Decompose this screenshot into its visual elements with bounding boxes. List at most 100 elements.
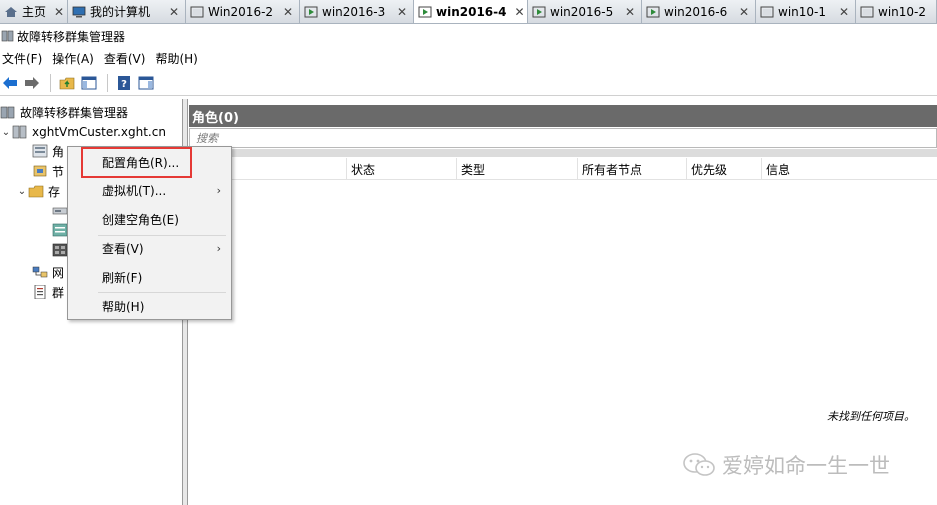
filter-band — [189, 149, 937, 157]
tab-label: win2016-5 — [550, 4, 614, 19]
menu-item-label: 创建空角色(E) — [102, 212, 179, 227]
close-icon[interactable]: ✕ — [837, 5, 851, 19]
nodes-icon — [33, 165, 47, 177]
menu-item-create-empty-role[interactable]: 创建空角色(E) — [68, 206, 231, 232]
cluster-icon — [12, 125, 27, 139]
tree-item-label: 节 — [52, 164, 65, 179]
cluster-manager-icon — [0, 106, 15, 119]
empty-list-message: 未找到任何项目。 — [827, 410, 915, 423]
tree-item-root[interactable]: 故障转移群集管理器 — [0, 102, 128, 122]
show-hide-tree-button[interactable] — [79, 73, 99, 93]
tab-vm[interactable]: win10-1 ✕ — [756, 0, 856, 23]
close-icon[interactable]: ✕ — [52, 5, 66, 19]
close-icon[interactable]: ✕ — [167, 5, 181, 19]
toolbar: ? — [0, 70, 937, 96]
tab-my-computer[interactable]: 我的计算机 ✕ — [68, 0, 186, 23]
column-information[interactable]: 信息 — [761, 158, 937, 180]
watermark-text: 爱婷如命一生一世 — [722, 454, 890, 478]
window-title-text: 故障转移群集管理器 — [17, 29, 126, 44]
network-icon — [32, 266, 48, 278]
close-icon[interactable]: ✕ — [623, 5, 637, 19]
vm-icon — [860, 6, 874, 17]
tab-label: win2016-3 — [322, 4, 386, 19]
close-icon[interactable]: ✕ — [281, 5, 295, 19]
back-arrow-icon — [3, 76, 17, 89]
menu-item-refresh[interactable]: 刷新(F) — [68, 264, 231, 290]
tab-vm[interactable]: win2016-5 ✕ — [528, 0, 642, 23]
context-menu: 配置角色(R)... 虚拟机(T)... › 创建空角色(E) 查看(V) › … — [67, 146, 232, 320]
menu-action[interactable]: 操作(A) — [50, 50, 102, 67]
tree-item-label: 故障转移群集管理器 — [20, 105, 129, 120]
menu-item-label: 虚拟机(T)... — [102, 183, 167, 198]
tab-vm[interactable]: win2016-3 ✕ — [300, 0, 414, 23]
tab-label: win2016-4 — [436, 5, 507, 19]
home-icon — [5, 6, 17, 17]
tab-label: win10-2 — [878, 4, 926, 19]
tab-bar: 主页 ✕ 我的计算机 ✕ Win2016-2 ✕ win2016-3 ✕ win… — [0, 0, 937, 24]
chevron-down-icon[interactable]: ⌄ — [0, 127, 12, 138]
forward-arrow-icon — [25, 76, 39, 89]
menu-file[interactable]: 文件(F) — [0, 50, 50, 67]
tree-item-roles[interactable]: 角 — [32, 141, 64, 161]
forward-button[interactable] — [22, 73, 42, 93]
chevron-right-icon: › — [216, 183, 221, 197]
tree-item-label: 存 — [48, 184, 61, 199]
vm-running-icon — [418, 6, 432, 18]
menu-help[interactable]: 帮助(H) — [153, 50, 205, 67]
toolbar-divider — [50, 73, 51, 92]
tree-item-storage[interactable]: ⌄ 存 — [16, 181, 60, 201]
up-level-button[interactable] — [57, 73, 77, 93]
column-priority[interactable]: 优先级 — [686, 158, 762, 180]
storage-folder-icon — [28, 185, 44, 198]
menu-item-virtual-machines[interactable]: 虚拟机(T)... › — [68, 177, 231, 203]
tab-vm[interactable]: Win2016-2 ✕ — [186, 0, 300, 23]
close-icon[interactable]: ✕ — [512, 5, 526, 19]
chevron-down-icon[interactable]: ⌄ — [16, 186, 28, 197]
cluster-manager-icon — [1, 30, 14, 42]
close-icon[interactable]: ✕ — [395, 5, 409, 19]
menu-item-label: 查看(V) — [102, 241, 144, 256]
vm-running-icon — [646, 6, 660, 17]
tab-label: win10-1 — [778, 4, 826, 19]
menu-item-label: 刷新(F) — [102, 270, 143, 285]
tab-home[interactable]: 主页 ✕ — [0, 0, 68, 23]
disk-icon — [52, 207, 68, 215]
tree-item-cluster[interactable]: ⌄ xghtVmCuster.xght.cn — [0, 122, 166, 142]
help-button[interactable]: ? — [114, 73, 134, 93]
menu-bar: 文件(F) 操作(A) 查看(V) 帮助(H) — [0, 48, 206, 68]
roles-icon — [32, 144, 48, 158]
column-type[interactable]: 类型 — [456, 158, 578, 180]
tab-vm-active[interactable]: win2016-4 ✕ — [414, 0, 528, 23]
vm-running-icon — [532, 6, 546, 17]
tab-label: Win2016-2 — [208, 4, 274, 19]
close-icon[interactable]: ✕ — [737, 5, 751, 19]
tree-item-nodes[interactable]: 节 — [32, 161, 64, 181]
show-action-pane-button[interactable] — [136, 73, 156, 93]
search-input[interactable]: 搜索 — [189, 128, 937, 148]
enclosure-icon — [52, 243, 68, 257]
column-status[interactable]: 状态 — [346, 158, 456, 180]
wechat-icon — [683, 453, 715, 476]
console-tree-icon — [81, 76, 97, 89]
tree-item-cluster-events[interactable]: 群 — [32, 282, 64, 302]
chevron-right-icon: › — [216, 241, 221, 255]
tree-item-label: xghtVmCuster.xght.cn — [32, 125, 166, 139]
tab-label: 主页 — [22, 5, 47, 19]
menu-item-label: 帮助(H) — [102, 299, 145, 314]
tree-item-label: 网 — [52, 265, 65, 280]
tab-vm[interactable]: win2016-6 ✕ — [642, 0, 756, 23]
menu-item-view[interactable]: 查看(V) › — [68, 235, 231, 261]
vm-icon — [760, 6, 774, 17]
computer-icon — [72, 6, 86, 17]
back-button[interactable] — [0, 73, 20, 93]
watermark: 爱婷如命一生一世 — [682, 450, 890, 480]
menu-item-help[interactable]: 帮助(H) — [68, 293, 231, 319]
tab-label: win2016-6 — [664, 4, 728, 19]
menu-view[interactable]: 查看(V) — [102, 50, 154, 67]
tree-item-label: 群 — [52, 285, 65, 300]
tree-item-networks[interactable]: 网 — [32, 262, 64, 282]
column-owner-node[interactable]: 所有者节点 — [577, 158, 687, 180]
help-icon: ? — [118, 75, 130, 90]
tab-vm[interactable]: win10-2 — [856, 0, 937, 23]
tab-label: 我的计算机 — [90, 5, 151, 19]
